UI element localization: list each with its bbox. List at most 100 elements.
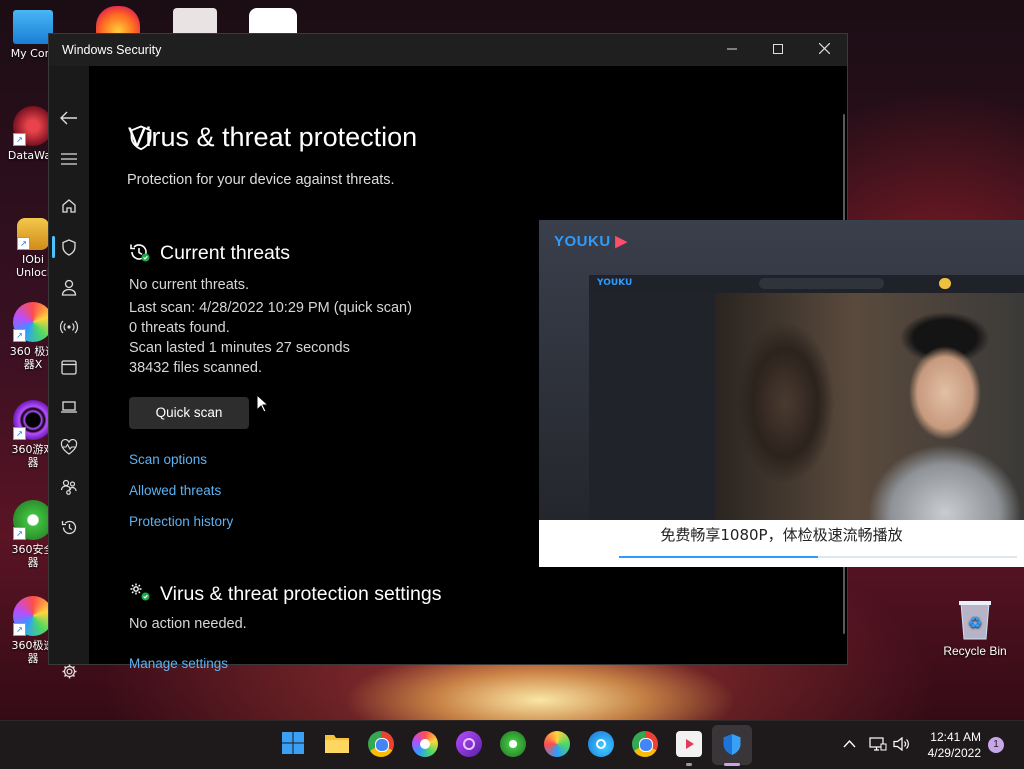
page-subtitle: Protection for your device against threa…: [127, 172, 395, 188]
network-icon[interactable]: [869, 736, 887, 752]
folder-icon: [325, 735, 349, 753]
edge-icon: [596, 739, 606, 749]
protection-history-link[interactable]: Protection history: [129, 514, 233, 529]
taskbar-running-indicator: [686, 763, 692, 766]
history-icon: [61, 520, 76, 534]
window-title: Windows Security: [62, 43, 162, 57]
taskbar-360-game[interactable]: [456, 731, 482, 757]
taskbar-360-browser-x[interactable]: [544, 731, 570, 757]
close-icon: [818, 42, 830, 55]
threats-found-text: 0 threats found.: [129, 320, 230, 336]
scan-refresh-icon: [130, 244, 150, 262]
mouse-cursor-icon: [256, 394, 268, 413]
family-icon: [60, 479, 77, 495]
iobit-unlocker-icon: ↗: [17, 218, 49, 250]
show-hidden-icons-chevron-up-icon[interactable]: [843, 739, 856, 748]
settings-status: No action needed.: [129, 616, 247, 632]
episode-panel: [589, 293, 715, 520]
chrome-icon: [639, 738, 653, 752]
manage-settings-link[interactable]: Manage settings: [129, 656, 228, 671]
settings-gears-icon: [130, 583, 150, 601]
nav-settings[interactable]: [49, 657, 89, 685]
desktop-icon-media-player[interactable]: [173, 8, 217, 34]
notification-badge[interactable]: 1: [988, 737, 1004, 753]
taskbar-360-browser[interactable]: [412, 731, 438, 757]
threat-status: No current threats.: [129, 277, 250, 293]
close-button[interactable]: [801, 34, 847, 66]
nav-family-options[interactable]: [49, 473, 89, 501]
maximize-button[interactable]: [755, 34, 801, 66]
nav-protection-history[interactable]: [49, 513, 89, 541]
taskbar-file-explorer[interactable]: [324, 731, 350, 757]
datawag-icon: ↗: [13, 106, 53, 146]
search-box: [759, 278, 884, 289]
nav-device-performance[interactable]: [49, 433, 89, 461]
wireless-icon: [60, 320, 78, 334]
scan-options-link[interactable]: Scan options: [129, 452, 207, 467]
browser-window-icon: [61, 359, 77, 375]
youku-popup[interactable]: YOUKU ▶ YOUKU 免费畅享1080P，体检极速流畅播放: [539, 220, 1024, 567]
taskbar-edge[interactable]: [588, 731, 614, 757]
menu-button[interactable]: [49, 145, 89, 173]
nav-firewall[interactable]: [49, 313, 89, 341]
recycle-bin-icon: ♻: [959, 601, 991, 640]
shortcut-arrow-icon: ↗: [13, 133, 26, 146]
chrome-icon: [375, 738, 389, 752]
clock[interactable]: 12:41 AM 4/29/2022: [928, 729, 981, 761]
taskbar: 12:41 AM 4/29/2022 1: [0, 720, 1024, 769]
current-threats-heading: Current threats: [160, 242, 291, 264]
popup-preview: YOUKU ▶ YOUKU: [539, 220, 1024, 520]
svg-text:♻: ♻: [968, 613, 982, 632]
taskbar-windows-security[interactable]: [712, 725, 752, 765]
play-icon: [686, 739, 694, 749]
volume-icon[interactable]: [893, 736, 911, 752]
nav-device-security[interactable]: [49, 393, 89, 421]
shortcut-arrow-icon: ↗: [17, 237, 30, 250]
youku-logo: YOUKU ▶: [554, 233, 628, 250]
popup-caption: 免费畅享1080P，体检极速流畅播放: [660, 526, 903, 544]
person-icon: [61, 279, 77, 296]
desktop-icon-recycle-bin[interactable]: ♻ Recycle Bin: [940, 597, 1010, 658]
popup-progress-fill: [619, 556, 818, 558]
popup-progress-bar: [619, 556, 1017, 558]
nav-virus-protection[interactable]: [49, 233, 89, 261]
clock-time: 12:41 AM: [930, 730, 981, 744]
taskbar-media-player[interactable]: [676, 731, 702, 757]
360-game-icon: ↗: [13, 400, 53, 440]
shortcut-arrow-icon: ↗: [13, 329, 26, 342]
taskbar-chrome-2[interactable]: [632, 731, 658, 757]
side-navigation: [49, 66, 89, 678]
back-arrow-icon: [60, 111, 77, 125]
back-button[interactable]: [49, 104, 89, 132]
shortcut-arrow-icon: ↗: [13, 527, 26, 540]
360-game-icon: [463, 738, 475, 750]
laptop-icon: [61, 401, 77, 413]
nav-home[interactable]: [49, 192, 89, 220]
quick-scan-button[interactable]: Quick scan: [129, 397, 249, 429]
windows-security-shield-icon: [723, 734, 741, 755]
last-scan-text: Last scan: 4/28/2022 10:29 PM (quick sca…: [129, 300, 412, 316]
nav-account-protection[interactable]: [49, 273, 89, 301]
vip-icon: [939, 278, 951, 289]
hamburger-menu-icon: [61, 153, 77, 165]
allowed-threats-link[interactable]: Allowed threats: [129, 483, 221, 498]
360-safe-browser-icon: ↗: [13, 500, 53, 540]
clock-date: 4/29/2022: [927, 746, 981, 760]
recycle-bin-label: Recycle Bin: [943, 644, 1007, 658]
minimize-button[interactable]: [709, 34, 755, 66]
video-frame: [715, 293, 1024, 520]
home-icon: [62, 199, 76, 213]
360-browser-icon: [420, 739, 430, 749]
files-scanned-text: 38432 files scanned.: [129, 360, 263, 376]
maximize-icon: [773, 44, 783, 54]
desktop-icon-firefox[interactable]: [96, 6, 140, 34]
taskbar-chrome[interactable]: [368, 731, 394, 757]
shortcut-arrow-icon: ↗: [13, 623, 26, 636]
start-button[interactable]: [281, 731, 307, 757]
nav-app-browser-control[interactable]: [49, 353, 89, 381]
taskbar-360-safe-browser[interactable]: [500, 731, 526, 757]
windows-logo-icon: [282, 732, 304, 754]
monitor-icon: [13, 10, 53, 44]
desktop-icon-network-app[interactable]: [249, 8, 297, 34]
360-browser-icon: ↗: [13, 596, 53, 636]
